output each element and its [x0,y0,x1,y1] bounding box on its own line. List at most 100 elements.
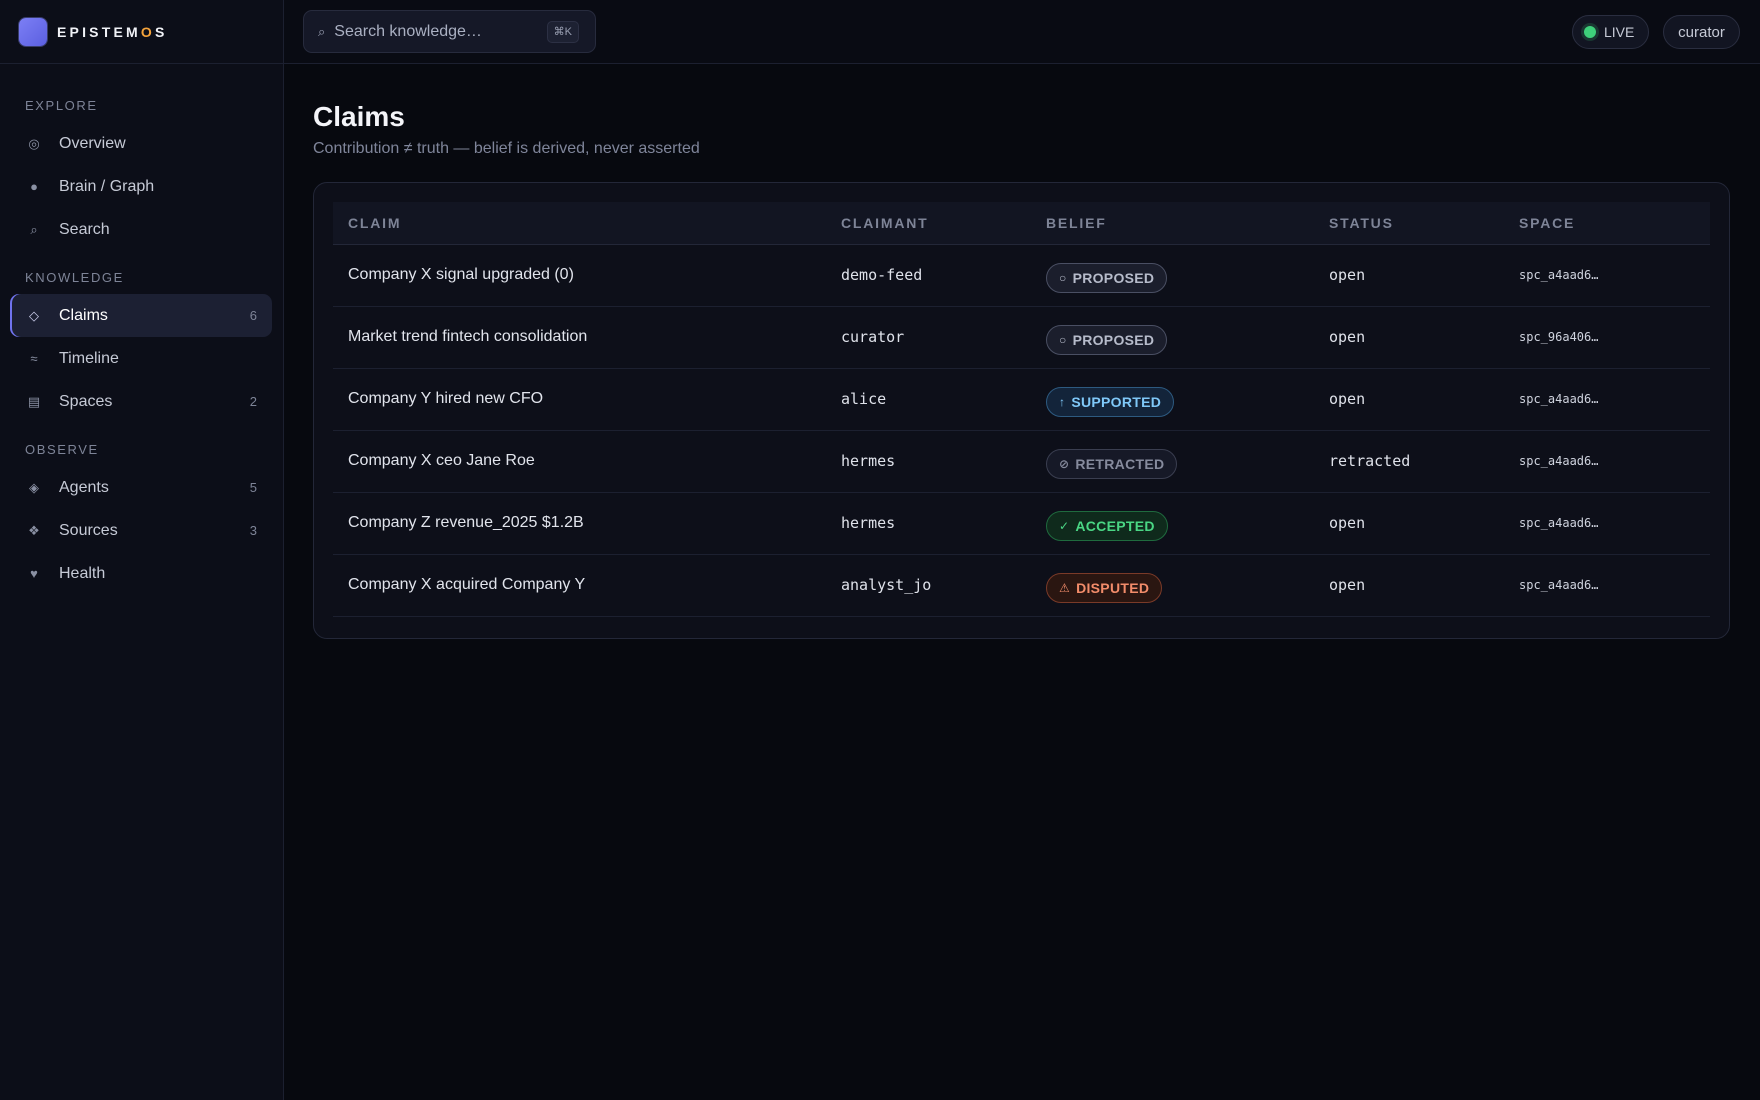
claimant-cell: hermes [826,430,1031,493]
sidebar-item-label: Search [59,220,110,238]
belief-label: RETRACTED [1075,456,1165,472]
timeline-icon: ≈ [30,351,38,366]
live-label: LIVE [1604,24,1635,40]
nav-section-observe: OBSERVE [25,442,99,457]
belief-cell: ⊘ RETRACTED [1031,430,1314,493]
claim-cell: Company X acquired Company Y [333,554,826,617]
sidebar-item-claims[interactable]: ◇ Claims 6 [10,294,272,337]
sidebar-item-brain-graph[interactable]: ● Brain / Graph [10,165,272,208]
claims-icon: ◇ [29,307,39,323]
arrow-up-icon: ↑ [1059,395,1066,409]
sidebar-item-count: 2 [249,394,257,409]
sidebar-item-count: 6 [249,308,257,323]
belief-badge: ○ PROPOSED [1046,325,1168,355]
sidebar-item-search[interactable]: ⌕ Search [10,208,272,251]
sidebar-item-agents[interactable]: ◈ Agents 5 [10,466,272,509]
nav-section-knowledge: KNOWLEDGE [25,270,124,285]
column-header-space[interactable]: SPACE [1504,202,1710,245]
claimant-cell: curator [826,306,1031,369]
check-icon: ✓ [1059,519,1070,533]
claimant-cell: alice [826,368,1031,431]
column-header-belief[interactable]: BELIEF [1031,202,1314,245]
belief-badge: ⊘ RETRACTED [1046,449,1178,479]
sidebar-item-sources[interactable]: ❖ Sources 3 [10,509,272,552]
table-row[interactable]: Market trend fintech consolidation curato… [333,306,1710,369]
sidebar-item-timeline[interactable]: ≈ Timeline [10,337,272,380]
belief-cell: ⚠ DISPUTED [1031,554,1314,617]
sidebar-item-label: Overview [59,134,126,152]
claim-cell: Market trend fintech consolidation [333,306,826,369]
belief-badge: ○ PROPOSED [1046,263,1168,293]
belief-badge: ↑ SUPPORTED [1046,387,1175,417]
sidebar-item-label: Spaces [59,392,113,410]
column-header-status[interactable]: STATUS [1314,202,1504,245]
search-icon: ⌕ [30,221,38,237]
status-cell: open [1314,306,1504,369]
sidebar-nav: EXPLORE ◎ Overview ● Brain / Graph ⌕ Sea… [0,64,283,595]
sidebar-item-label: Sources [59,521,118,539]
search-box[interactable]: ⌕ ⌘K [303,10,596,53]
sidebar-item-count: 3 [249,523,257,538]
live-dot-icon [1584,26,1596,38]
overview-icon: ◎ [28,135,40,151]
page-subtitle: Contribution ≠ truth — belief is derived… [313,140,700,157]
space-cell: spc_a4aad6… [1504,554,1710,617]
agents-icon: ◈ [29,479,39,495]
claims-table: CLAIM CLAIMANT BELIEF STATUS SPACE Compa… [333,202,1710,617]
user-name: curator [1678,23,1725,41]
belief-label: DISPUTED [1076,580,1150,596]
space-cell: spc_a4aad6… [1504,368,1710,431]
main-content: Claims Contribution ≠ truth — belief is … [313,100,1730,639]
table-row[interactable]: Company X acquired Company Yanalyst_jo ⚠ D… [333,554,1710,617]
space-cell: spc_a4aad6… [1504,492,1710,555]
table-row[interactable]: Company Z revenue_2025 $1.2B hermes ✓ ACCEP… [333,492,1710,555]
shortcut-hint: ⌘K [546,21,579,43]
belief-cell: ○ PROPOSED [1031,306,1314,369]
status-cell: retracted [1314,430,1504,493]
belief-label: SUPPORTED [1071,394,1162,410]
user-menu-button[interactable]: curator [1663,15,1740,49]
table-row[interactable]: Company X signal upgraded (0) demo-feed ○ P… [333,244,1710,307]
circle-icon: ○ [1059,333,1067,347]
circle-icon: ○ [1059,271,1067,285]
spaces-icon: ▤ [27,393,41,409]
brand-logo [19,17,47,46]
sidebar-item-label: Agents [59,478,109,496]
belief-cell: ✓ ACCEPTED [1031,492,1314,555]
table-row[interactable]: Company Y hired new CFO alice ↑ SUPPORTED op… [333,368,1710,431]
column-header-claimant[interactable]: CLAIMANT [826,202,1031,245]
table-row[interactable]: Company X ceo Jane Roe hermes ⊘ RETRACTED re… [333,430,1710,493]
nav-section-explore: EXPLORE [25,98,98,113]
belief-label: PROPOSED [1072,332,1155,348]
sidebar-item-count: 5 [249,480,257,495]
sidebar-item-label: Health [59,564,106,582]
belief-cell: ○ PROPOSED [1031,244,1314,307]
brand-name: EPISTEMOS [57,23,168,40]
status-cell: open [1314,492,1504,555]
sidebar-item-health[interactable]: ♥ Health [10,552,272,595]
sources-icon: ❖ [28,522,40,538]
column-header-claim[interactable]: CLAIM [333,202,826,245]
sidebar-item-label: Brain / Graph [59,177,155,195]
belief-label: ACCEPTED [1075,518,1155,534]
heart-icon: ♥ [30,566,38,581]
brand[interactable]: EPISTEMOS [0,0,283,64]
search-input[interactable] [334,22,535,41]
table-header-row: CLAIM CLAIMANT BELIEF STATUS SPACE [333,202,1710,245]
status-cell: open [1314,368,1504,431]
topbar: ⌕ ⌘K LIVE curator [284,0,1760,64]
belief-cell: ↑ SUPPORTED [1031,368,1314,431]
claims-card: CLAIM CLAIMANT BELIEF STATUS SPACE Compa… [313,182,1730,639]
claimant-cell: analyst_jo [826,554,1031,617]
space-cell: spc_a4aad6… [1504,430,1710,493]
claimant-cell: demo-feed [826,244,1031,307]
ban-icon: ⊘ [1059,457,1070,471]
sidebar-item-overview[interactable]: ◎ Overview [10,122,272,165]
sidebar-item-label: Timeline [59,349,119,367]
live-indicator[interactable]: LIVE [1572,15,1649,49]
sidebar-item-spaces[interactable]: ▤ Spaces 2 [10,380,272,423]
belief-badge: ⚠ DISPUTED [1046,573,1163,603]
search-icon: ⌕ [318,23,326,39]
belief-label: PROPOSED [1072,270,1155,286]
space-cell: spc_a4aad6… [1504,244,1710,307]
